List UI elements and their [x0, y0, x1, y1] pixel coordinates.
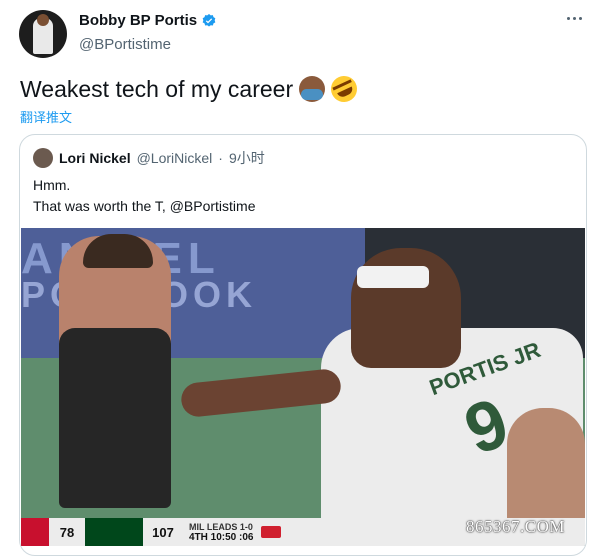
quoted-author-handle: @LoriNickel	[136, 150, 213, 166]
team-logo-home	[85, 518, 143, 546]
score-away: 78	[59, 524, 75, 540]
player-right-headband	[357, 266, 429, 288]
series-status: MIL LEADS 1-0	[189, 521, 253, 532]
author-avatar[interactable]	[19, 10, 67, 58]
watermark: 865367.COM	[466, 517, 565, 536]
quoted-text-line: That was worth the T, @BPortistime	[33, 198, 256, 214]
tweet-text: Weakest tech of my career	[20, 76, 294, 102]
quoted-tweet-card[interactable]: Lori Nickel @LoriNickel · 9小时 Hmm. That …	[19, 134, 587, 556]
game-info: MIL LEADS 1-0 4TH 10:50 :06	[183, 518, 253, 546]
quoted-text-line: Hmm.	[33, 177, 71, 193]
player-left-jersey	[59, 328, 171, 508]
quoted-tweet-media[interactable]: AN UEL POR BOOK PORTIS JR 9 78 107 MIL L…	[21, 228, 585, 546]
author-display-name[interactable]: Bobby BP Portis	[79, 12, 197, 29]
tweet-header: Bobby BP Portis @BPortistime	[19, 9, 589, 59]
translate-tweet-link[interactable]: 翻译推文	[20, 107, 72, 126]
author-name-row: Bobby BP Portis	[79, 12, 217, 29]
period-clock: 4TH 10:50 :06	[189, 531, 254, 543]
avatar-head	[37, 14, 49, 26]
network-logo	[261, 526, 282, 538]
separator-dot: ·	[218, 150, 223, 166]
quoted-tweet-time[interactable]: 9小时	[229, 148, 265, 168]
rofl-emoji-icon	[326, 71, 362, 107]
author-handle[interactable]: @BPortistime	[79, 36, 171, 53]
verified-badge-icon	[202, 13, 216, 27]
quoted-tweet-text: Hmm. That was worth the T, @BPortistime	[33, 175, 255, 217]
tweet-body: Weakest tech of my career	[20, 71, 362, 107]
team-logo-away	[21, 518, 49, 546]
more-options-icon[interactable]	[567, 17, 585, 23]
score-home: 107	[152, 524, 174, 540]
quoted-author-avatar	[33, 148, 53, 168]
quoted-author-name: Lori Nickel	[59, 150, 131, 166]
quoted-tweet-header: Lori Nickel @LoriNickel · 9小时	[33, 148, 265, 168]
facepalm-emoji-icon	[299, 76, 326, 102]
